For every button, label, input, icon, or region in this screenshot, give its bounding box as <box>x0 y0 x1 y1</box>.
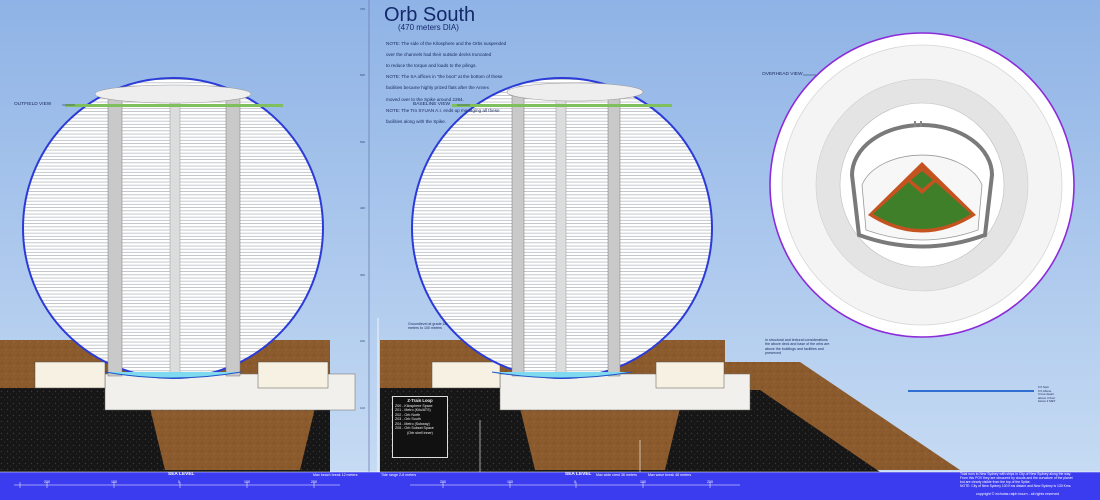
bottom-note-line: NOTE: City of New Sydney 100 Kms distant… <box>960 484 1072 489</box>
scale-tick-label: 0 <box>178 480 180 484</box>
baseline-view-label: BASELINE VIEW <box>413 102 451 107</box>
svg-text:400: 400 <box>360 206 365 210</box>
note-line: NOTE: The Tro SYUAN A.I. ends up managin… <box>386 107 500 113</box>
note-line: to reduce the torque and loads to the pi… <box>386 62 477 68</box>
note-line: facilities along with the Spike. <box>386 118 447 124</box>
page-subtitle: (470 meters DIA) <box>398 23 459 32</box>
z-train-legend: Z-Train Loop Z00 - Kilosphere Space Z01 … <box>392 396 448 458</box>
note-line: facilities became highly prized flats af… <box>386 85 489 91</box>
tide-range-note: Tide range 2-6 meters <box>381 473 417 477</box>
sea-level-label-middle: SEA LEVEL <box>565 472 592 477</box>
svg-text:200: 200 <box>360 339 365 343</box>
note-line: moved over to the Spike around 2284. <box>386 96 464 102</box>
scale-tick-label: 0 <box>574 480 576 484</box>
svg-text:500: 500 <box>360 140 365 144</box>
orb-south-diagram: 700 600 500 400 300 200 100 <box>0 0 1100 500</box>
svg-text:100: 100 <box>360 406 365 410</box>
sea-band <box>0 472 1100 500</box>
max-wave-note: Max wave break 48 meters <box>648 473 692 477</box>
scale-tick-label: 200 <box>440 480 446 484</box>
note-line: NOTE: The SA offices in "the boot" at th… <box>386 74 503 80</box>
orb-outfield <box>22 77 324 379</box>
legend-item: (Orb shell inner) <box>407 430 433 435</box>
copyright-notice: copyright © nicholas ralph bourn - all r… <box>976 492 1060 496</box>
orb-overhead <box>769 32 1075 338</box>
max-beach-note: Max beach break 12 meters <box>313 473 358 477</box>
right-dimension-note: 6 ft Spm 6 ft Above 3 foot detail above … <box>1038 385 1056 404</box>
grade-note: Groundlevel at grade 18 meters to 100 me… <box>408 322 447 331</box>
scale-tick-label: 100 <box>111 480 117 484</box>
foundation-middle <box>520 408 680 470</box>
scale-tick-label: 200 <box>707 480 713 484</box>
svg-text:300: 300 <box>360 273 365 277</box>
scale-tick-label: 200 <box>311 480 317 484</box>
note-line: NOTE: The side of the Kilosphere and the… <box>386 40 507 46</box>
svg-text:600: 600 <box>360 73 365 77</box>
svg-text:700: 700 <box>360 7 365 11</box>
scale-tick-label: 100 <box>507 480 513 484</box>
structural-note: In structural and textural consideration… <box>765 338 830 356</box>
scale-tick-label: 100 <box>244 480 250 484</box>
foundation-left <box>150 408 315 470</box>
bottom-note: Tidal runs to New Sydney with ships in C… <box>960 472 1096 488</box>
scale-tick-label: 100 <box>640 480 646 484</box>
outfield-view-label: OUTFIELD VIEW <box>14 102 52 107</box>
overhead-view-label: OVERHEAD VIEW <box>762 72 803 77</box>
max-wide-crest-note: Max wide crest 36 meters <box>596 473 637 477</box>
note-line: over the channels had their outside deck… <box>386 51 492 57</box>
sea-level-label-left: SEA LEVEL <box>168 472 195 477</box>
notes-block: NOTE: The side of the Kilosphere and the… <box>386 35 536 130</box>
scale-tick-label: 200 <box>44 480 50 484</box>
